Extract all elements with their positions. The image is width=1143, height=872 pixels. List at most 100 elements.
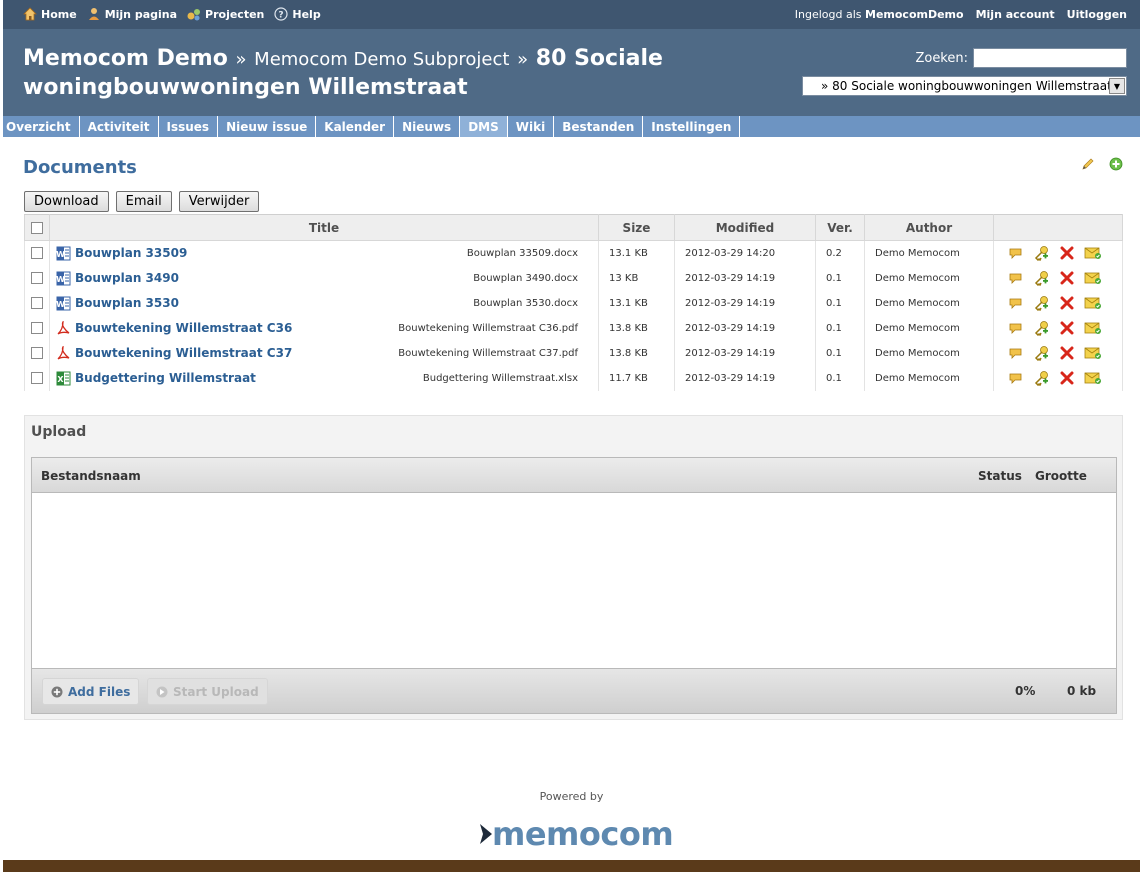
select-all-checkbox[interactable] xyxy=(31,222,43,234)
tab-issues[interactable]: Issues xyxy=(159,116,219,137)
svg-text:W: W xyxy=(56,250,65,259)
word-file-icon: W xyxy=(56,296,71,310)
key-permission-icon[interactable] xyxy=(1034,320,1050,336)
breadcrumb-subproject[interactable]: Memocom Demo Subproject xyxy=(254,49,509,70)
row-checkbox[interactable] xyxy=(31,272,43,284)
document-actions-cell xyxy=(993,240,1123,266)
chevron-down-icon[interactable]: ▼ xyxy=(1109,78,1125,94)
document-title-link[interactable]: Bouwtekening Willemstraat C36 xyxy=(75,321,292,335)
delete-icon[interactable] xyxy=(1060,371,1074,385)
key-permission-icon[interactable] xyxy=(1034,295,1050,311)
comment-icon[interactable] xyxy=(1008,346,1024,360)
document-title-link[interactable]: Bouwplan 33509 xyxy=(75,246,187,260)
tab-kalender[interactable]: Kalender xyxy=(316,116,395,137)
tab-nieuw-issue[interactable]: Nieuw issue xyxy=(218,116,317,137)
comment-icon[interactable] xyxy=(1008,246,1024,260)
download-button[interactable]: Download xyxy=(24,191,109,212)
breadcrumb-separator: » xyxy=(517,49,529,70)
edit-pencil-icon[interactable] xyxy=(1081,157,1095,171)
document-size: 13.1 KB xyxy=(598,240,675,266)
upload-header: Bestandsnaam Status Grootte xyxy=(32,458,1116,493)
email-icon[interactable] xyxy=(1084,246,1102,260)
document-version: 0.1 xyxy=(815,315,865,341)
upload-panel: Upload Bestandsnaam Status Grootte Add F… xyxy=(24,415,1123,720)
key-permission-icon[interactable] xyxy=(1034,245,1050,262)
key-permission-icon[interactable] xyxy=(1034,370,1050,386)
column-author[interactable]: Author xyxy=(864,214,994,241)
email-icon[interactable] xyxy=(1084,321,1102,335)
document-title-link[interactable]: Bouwtekening Willemstraat C37 xyxy=(75,346,292,360)
document-title-link[interactable]: Bouwplan 3530 xyxy=(75,296,179,310)
add-files-button[interactable]: Add Files xyxy=(42,678,140,705)
start-upload-button[interactable]: Start Upload xyxy=(147,678,268,705)
row-checkbox[interactable] xyxy=(31,347,43,359)
breadcrumb-root[interactable]: Memocom Demo xyxy=(23,46,228,71)
tab-overzicht[interactable]: Overzicht xyxy=(6,116,80,137)
document-actions-cell xyxy=(993,265,1123,291)
delete-icon[interactable] xyxy=(1060,271,1074,285)
comment-icon[interactable] xyxy=(1008,321,1024,335)
email-icon[interactable] xyxy=(1084,346,1102,360)
row-checkbox[interactable] xyxy=(31,247,43,260)
project-select[interactable]: » 80 Sociale woningbouwwoningen Willemst… xyxy=(802,76,1127,96)
logout-link[interactable]: Uitloggen xyxy=(1067,8,1127,21)
home-link[interactable]: Home xyxy=(23,7,77,21)
email-icon[interactable] xyxy=(1084,296,1102,310)
document-size: 11.7 KB xyxy=(598,365,675,391)
tab-dms[interactable]: DMS xyxy=(460,116,508,137)
my-page-link[interactable]: Mijn pagina xyxy=(87,7,177,21)
column-version[interactable]: Ver. xyxy=(815,214,865,241)
column-title[interactable]: Title xyxy=(49,214,599,241)
table-row[interactable]: W Bouwplan 33509 Bouwplan 33509.docx 13.1 K… xyxy=(24,240,1123,266)
comment-icon[interactable] xyxy=(1008,271,1024,285)
row-checkbox[interactable] xyxy=(31,322,43,334)
email-button[interactable]: Email xyxy=(115,191,172,212)
context-icons xyxy=(1081,157,1123,171)
memocom-logo[interactable]: memocom xyxy=(480,815,674,853)
document-filename: Budgettering Willemstraat.xlsx xyxy=(422,372,578,384)
table-row[interactable]: Bouwtekening Willemstraat C37 Bouwtekenin… xyxy=(24,340,1123,366)
projects-link[interactable]: Projecten xyxy=(187,7,264,21)
key-permission-icon[interactable] xyxy=(1034,270,1050,286)
my-account-link[interactable]: Mijn account xyxy=(976,8,1055,21)
delete-icon[interactable] xyxy=(1060,246,1074,260)
column-size[interactable]: Size xyxy=(598,214,675,241)
tab-activiteit[interactable]: Activiteit xyxy=(80,116,159,137)
user-icon xyxy=(88,8,99,20)
row-checkbox[interactable] xyxy=(31,372,43,384)
title-cell: W Bouwplan 3530 Bouwplan 3530.docx xyxy=(49,290,599,316)
table-row[interactable]: X Budgettering Willemstraat Budgettering W… xyxy=(24,365,1123,391)
header: Memocom Demo » Memocom Demo Subproject »… xyxy=(3,29,1140,116)
help-link[interactable]: ? Help xyxy=(274,7,321,21)
document-title-link[interactable]: Budgettering Willemstraat xyxy=(75,371,256,385)
document-size: 13.8 KB xyxy=(598,315,675,341)
search-input[interactable] xyxy=(973,48,1127,68)
key-permission-icon[interactable] xyxy=(1034,345,1050,361)
document-author: Demo Memocom xyxy=(864,265,994,291)
table-row[interactable]: W Bouwplan 3490 Bouwplan 3490.docx 13 KB 201… xyxy=(24,265,1123,291)
tab-instellingen[interactable]: Instellingen xyxy=(643,116,741,137)
email-icon[interactable] xyxy=(1084,371,1102,385)
comment-icon[interactable] xyxy=(1008,371,1024,385)
email-icon[interactable] xyxy=(1084,271,1102,285)
row-checkbox[interactable] xyxy=(31,297,43,309)
comment-icon[interactable] xyxy=(1008,296,1024,310)
tab-nieuws[interactable]: Nieuws xyxy=(394,116,461,137)
column-modified[interactable]: Modified xyxy=(674,214,816,241)
tab-wiki[interactable]: Wiki xyxy=(508,116,555,137)
document-title-link[interactable]: Bouwplan 3490 xyxy=(75,271,179,285)
table-row[interactable]: W Bouwplan 3530 Bouwplan 3530.docx 13.1 KB 2… xyxy=(24,290,1123,316)
delete-icon[interactable] xyxy=(1060,346,1074,360)
delete-icon[interactable] xyxy=(1060,296,1074,310)
delete-icon[interactable] xyxy=(1060,321,1074,335)
add-icon[interactable] xyxy=(1109,157,1123,171)
document-actions-cell xyxy=(993,340,1123,366)
upload-file-list[interactable] xyxy=(32,493,1116,668)
plus-circle-icon xyxy=(51,686,63,697)
title-cell: X Budgettering Willemstraat Budgettering W… xyxy=(49,365,599,391)
delete-button[interactable]: Verwijder xyxy=(178,191,260,212)
tab-bestanden[interactable]: Bestanden xyxy=(554,116,644,137)
upload-box: Bestandsnaam Status Grootte Add Files St… xyxy=(31,457,1117,714)
row-checkbox-cell xyxy=(24,340,50,366)
table-row[interactable]: Bouwtekening Willemstraat C36 Bouwtekenin… xyxy=(24,315,1123,341)
